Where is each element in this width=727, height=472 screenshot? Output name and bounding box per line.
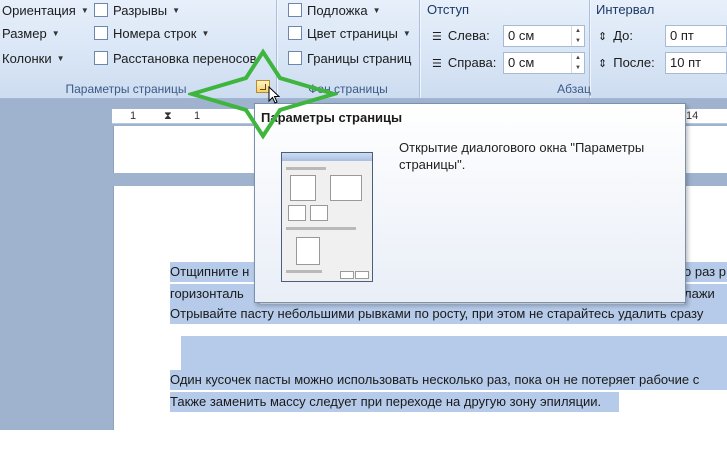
ruler-tick: 1 [130, 110, 137, 122]
text-line: горизонталь [170, 284, 260, 304]
columns-button[interactable]: Колонки ▼ [2, 48, 65, 70]
line-numbers-icon [94, 26, 108, 40]
watermark-icon [288, 3, 302, 17]
spinner-arrows-icon[interactable]: ▲ ▼ [571, 53, 584, 73]
spacing-before-label: ⇕ До: [598, 25, 633, 47]
line-numbers-label: Номера строк [113, 26, 197, 41]
indent-right-text: Справа: [447, 55, 497, 70]
page-color-label: Цвет страницы [307, 26, 398, 41]
indent-left-text: Слева: [447, 28, 490, 43]
dropdown-arrow-icon: ▼ [56, 54, 65, 63]
page-color-button[interactable]: Цвет страницы ▼ [288, 23, 411, 45]
cancel-button-icon [355, 271, 369, 279]
dropdown-arrow-icon: ▼ [372, 6, 381, 15]
indent-marker-icon[interactable]: ⧗ [164, 109, 172, 123]
paragraph-group-label: Абзац [557, 82, 591, 96]
portrait-icon [288, 205, 306, 221]
text-line: лажи [684, 284, 727, 304]
text-line: Отщипните н [170, 262, 260, 282]
dialog-preview-thumbnail [281, 152, 373, 282]
spinner-arrows-icon[interactable]: ▲ ▼ [571, 26, 584, 46]
indent-right-value: 0 см [508, 55, 535, 70]
text-line: о раз р [684, 262, 727, 282]
ok-button-icon [340, 271, 354, 279]
size-label: Размер [2, 26, 47, 41]
spacing-before-input[interactable]: 0 пт [665, 25, 727, 47]
tooltip-description: Открытие диалогового окна "Параметры стр… [399, 140, 645, 172]
indent-left-value: 0 см [508, 28, 535, 43]
indent-title: Отступ [427, 2, 470, 17]
spacing-after-icon: ⇕ [598, 58, 608, 70]
annotation-star-icon [188, 48, 338, 140]
watermark-label: Подложка [307, 3, 368, 18]
text-line: Также заменить массу следует при переход… [170, 392, 619, 412]
spacing-after-label: ⇕ После: [598, 52, 655, 74]
breaks-label: Разрывы [113, 3, 168, 18]
indent-right-icon: ☰ [432, 58, 442, 70]
dialog-fieldset [290, 175, 316, 201]
dialog-row [286, 227, 356, 230]
landscape-icon [310, 205, 328, 221]
dialog-row [286, 167, 326, 170]
group-divider [419, 0, 420, 98]
ruler-tick: 14 [686, 110, 699, 122]
spacing-after-value: 10 пт [670, 55, 702, 70]
dropdown-arrow-icon: ▼ [80, 6, 89, 15]
indent-left-icon: ☰ [432, 31, 442, 43]
columns-label: Колонки [2, 51, 52, 66]
line-numbers-button[interactable]: Номера строк ▼ [94, 23, 209, 45]
mouse-cursor-icon [268, 86, 280, 104]
size-button[interactable]: Размер ▼ [2, 23, 60, 45]
empty-line-selection [181, 336, 727, 370]
indent-left-input[interactable]: 0 см ▲ ▼ [503, 25, 585, 47]
watermark-button[interactable]: Подложка ▼ [288, 0, 381, 22]
ribbon: Ориентация ▼ Размер ▼ Колонки ▼ Разрывы ▼ Но… [0, 0, 727, 99]
orientation-button[interactable]: Ориентация ▼ [2, 0, 89, 22]
breaks-icon [94, 3, 108, 17]
spacing-after-input[interactable]: 10 пт [665, 52, 727, 74]
dropdown-arrow-icon: ▼ [201, 29, 210, 38]
spacing-before-value: 0 пт [670, 28, 694, 43]
hyphenation-icon [94, 51, 108, 65]
orientation-label: Ориентация [2, 3, 76, 18]
page-color-icon [288, 26, 302, 40]
text-line: Один кусочек пасты можно использовать не… [170, 370, 727, 390]
indent-left-label: ☰ Слева: [432, 25, 490, 47]
breaks-button[interactable]: Разрывы ▼ [94, 0, 180, 22]
spacing-title: Интервал [596, 2, 655, 17]
indent-right-label: ☰ Справа: [432, 52, 496, 74]
dropdown-arrow-icon: ▼ [51, 29, 60, 38]
spacing-after-text: После: [613, 55, 655, 70]
page-preview-icon [296, 237, 320, 265]
text-line: Отрывайте пасту небольшими рывками по ро… [170, 304, 727, 324]
dialog-titlebar [282, 153, 372, 161]
indent-right-input[interactable]: 0 см ▲ ▼ [503, 52, 585, 74]
dialog-fieldset [330, 175, 362, 201]
dropdown-arrow-icon: ▼ [172, 6, 181, 15]
spacing-before-text: До: [613, 28, 634, 43]
dropdown-arrow-icon: ▼ [402, 29, 411, 38]
dialog-row [286, 270, 322, 273]
spacing-before-icon: ⇕ [598, 31, 608, 43]
